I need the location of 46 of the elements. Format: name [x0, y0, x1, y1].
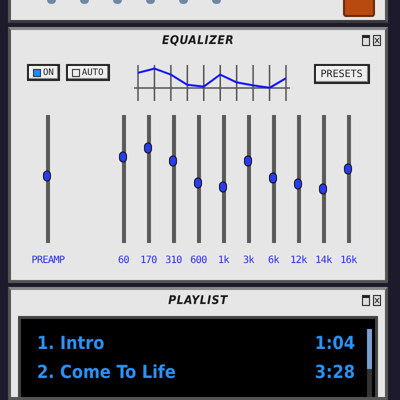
- minimize-icon[interactable]: [362, 295, 370, 306]
- slider-label: 310: [165, 255, 182, 266]
- minimize-icon[interactable]: [362, 35, 370, 46]
- slider-thumb[interactable]: [43, 170, 51, 182]
- window-title: EQUALIZER: [162, 33, 234, 47]
- slider-label: 170: [140, 255, 157, 266]
- slider-label: 12k: [290, 255, 307, 266]
- knob-icon[interactable]: [212, 0, 221, 4]
- track-number: 2.: [37, 362, 56, 383]
- window-title: PLAYLIST: [168, 293, 228, 307]
- slider-thumb[interactable]: [218, 181, 226, 192]
- slider-label: 14k: [315, 255, 332, 266]
- slider-label: 60: [118, 255, 130, 266]
- slider-thumb[interactable]: [318, 184, 326, 195]
- slider-label: 3k: [242, 255, 254, 266]
- slider-label: 6k: [268, 255, 280, 266]
- slider-label: 16k: [340, 255, 357, 266]
- presets-button[interactable]: PRESETS: [314, 64, 370, 84]
- slider-thumb[interactable]: [268, 172, 276, 184]
- knob-icon[interactable]: [80, 0, 89, 4]
- slider-thumb[interactable]: [118, 152, 126, 163]
- close-icon[interactable]: [373, 35, 381, 46]
- on-toggle-button[interactable]: ON: [27, 64, 60, 81]
- slider-label: PREAMP: [31, 255, 65, 266]
- knob-icon[interactable]: [113, 0, 122, 4]
- track-duration: 1:04: [314, 333, 355, 354]
- track-row[interactable]: 2. Come To Life 3:28: [37, 362, 375, 391]
- knob-icon[interactable]: [47, 0, 56, 4]
- knob-icon[interactable]: [179, 0, 188, 4]
- slider-thumb[interactable]: [168, 156, 176, 167]
- slider-label: 600: [190, 255, 207, 266]
- slider-label: 1k: [218, 255, 230, 266]
- slider-thumb[interactable]: [344, 163, 352, 174]
- scrollbar[interactable]: [367, 329, 372, 397]
- slider-thumb[interactable]: [144, 142, 152, 154]
- auto-toggle-button[interactable]: AUTO: [66, 64, 110, 81]
- track-number: 1.: [37, 333, 56, 354]
- close-icon[interactable]: [373, 295, 381, 306]
- slider-thumb[interactable]: [294, 178, 302, 190]
- track-title: Come To Life: [60, 362, 177, 383]
- track-title: Intro: [60, 333, 106, 354]
- track-row[interactable]: 1. Intro 1:04: [37, 333, 375, 362]
- slider-thumb[interactable]: [244, 156, 252, 167]
- slider-thumb[interactable]: [194, 177, 202, 188]
- knob-icon[interactable]: [146, 0, 155, 4]
- track-duration: 3:28: [314, 362, 355, 383]
